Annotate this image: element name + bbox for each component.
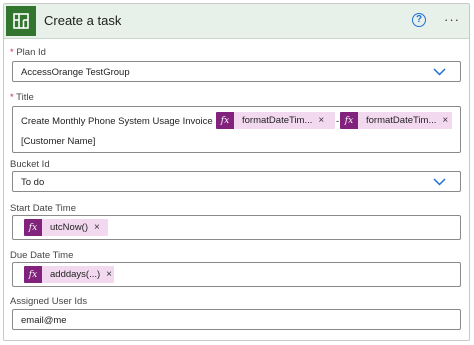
title-label-text: Title	[16, 92, 34, 103]
assigned-user-ids-input[interactable]: email@me	[12, 309, 461, 330]
remove-token-icon[interactable]: ×	[88, 222, 105, 233]
assigned-user-ids-label: Assigned User Ids	[10, 296, 88, 307]
card-title: Create a task	[44, 13, 122, 28]
planner-icon	[6, 6, 36, 36]
title-text-after: [Customer Name]	[21, 136, 96, 147]
expression-token[interactable]: fx adddays(...) ×	[24, 266, 114, 283]
token-text: formatDateTim...	[242, 115, 313, 126]
token-text: adddays(...)	[50, 269, 101, 280]
help-icon[interactable]: ?	[412, 13, 426, 27]
fx-icon: fx	[24, 219, 42, 236]
token-text: formatDateTim...	[366, 115, 437, 126]
bucket-id-label: Bucket Id	[10, 159, 50, 170]
expression-token[interactable]: fx utcNow() ×	[24, 219, 108, 236]
fx-icon: fx	[216, 112, 234, 129]
plan-id-value: AccessOrange TestGroup	[21, 67, 130, 78]
expression-token[interactable]: fx formatDateTim... ×	[216, 112, 335, 129]
more-options-icon[interactable]: ···	[444, 12, 460, 27]
title-input[interactable]: Create Monthly Phone System Usage Invoic…	[12, 106, 461, 153]
plan-id-label: * Plan Id	[10, 47, 46, 58]
plan-id-dropdown[interactable]: AccessOrange TestGroup	[12, 61, 461, 82]
fx-icon: fx	[24, 266, 42, 283]
title-label: * Title	[10, 92, 34, 103]
plan-id-label-text: Plan Id	[16, 47, 46, 58]
remove-token-icon[interactable]: ×	[312, 115, 329, 126]
chevron-down-icon[interactable]	[433, 68, 446, 76]
title-separator: -	[336, 116, 340, 127]
expression-token[interactable]: fx formatDateTim... ×	[340, 112, 452, 129]
chevron-down-icon[interactable]	[433, 178, 446, 186]
bucket-id-dropdown[interactable]: To do	[12, 171, 461, 192]
due-date-time-input[interactable]: fx adddays(...) ×	[12, 262, 461, 287]
create-task-card: Create a task ? ··· * Plan Id AccessOran…	[3, 3, 470, 341]
card-header[interactable]: Create a task ? ···	[4, 4, 469, 39]
bucket-id-value: To do	[21, 177, 45, 188]
title-text-before: Create Monthly Phone System Usage Invoic…	[21, 116, 213, 127]
due-date-time-label: Due Date Time	[10, 250, 74, 261]
assigned-user-ids-value: email@me	[21, 315, 67, 326]
fx-icon: fx	[340, 112, 358, 129]
start-date-time-label: Start Date Time	[10, 203, 76, 214]
required-mark: *	[10, 92, 14, 103]
remove-token-icon[interactable]: ×	[100, 269, 114, 280]
start-date-time-input[interactable]: fx utcNow() ×	[12, 215, 461, 240]
token-text: utcNow()	[50, 222, 89, 233]
required-mark: *	[10, 47, 14, 58]
remove-token-icon[interactable]: ×	[436, 115, 452, 126]
